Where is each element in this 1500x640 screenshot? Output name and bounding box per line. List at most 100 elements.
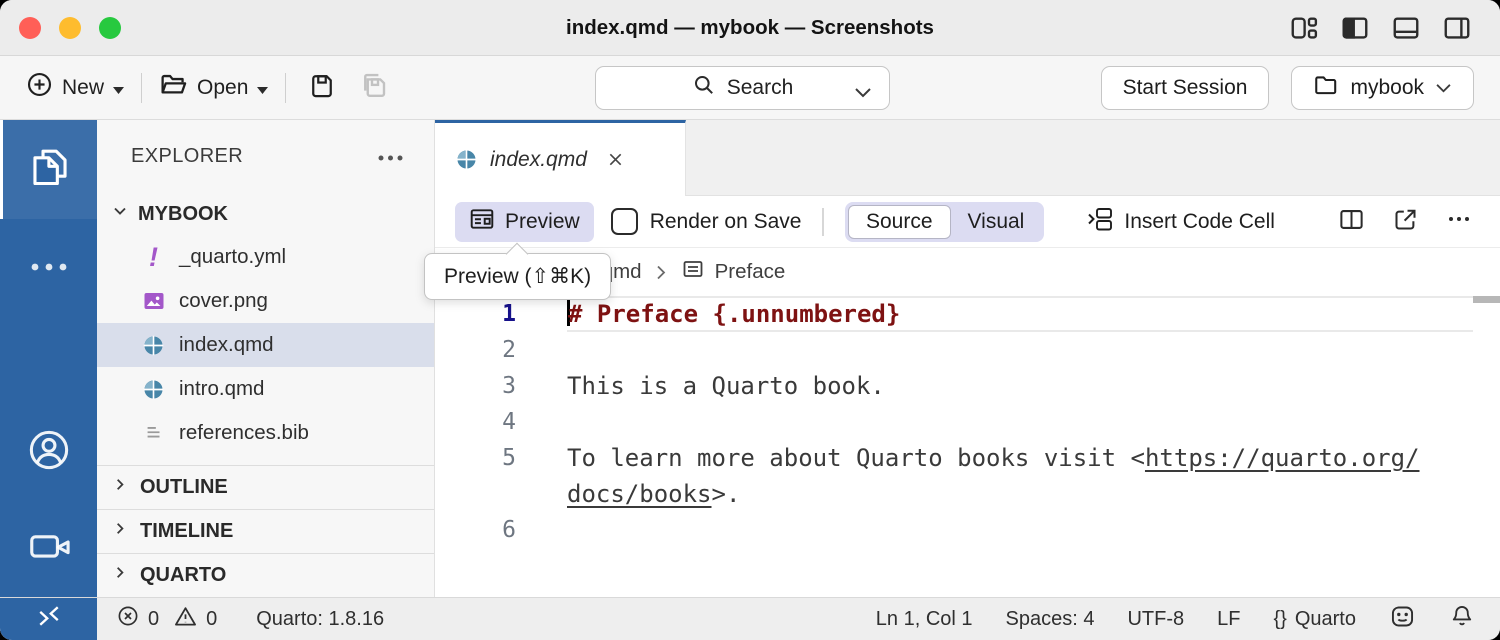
file-item-_quarto.yml[interactable]: !_quarto.yml xyxy=(97,235,434,279)
line-content: This is a Quarto book. xyxy=(567,368,1473,404)
preview-button[interactable]: Preview xyxy=(455,202,594,242)
plus-circle-icon xyxy=(26,71,53,104)
more-actions-icon[interactable] xyxy=(1446,206,1472,237)
open-external-icon[interactable] xyxy=(1392,206,1419,238)
new-button[interactable]: New xyxy=(26,71,124,104)
caret-down-icon xyxy=(257,76,268,100)
code-line[interactable]: 4 xyxy=(435,404,1500,440)
chevron-right-icon xyxy=(112,564,129,587)
zoom-window-button[interactable] xyxy=(99,17,121,39)
chevron-down-icon xyxy=(111,202,129,226)
render-on-save-checkbox[interactable] xyxy=(611,208,638,235)
open-folder-icon xyxy=(159,70,188,105)
video-camera-icon xyxy=(27,524,71,573)
file-item-references.bib[interactable]: references.bib xyxy=(97,411,434,455)
close-tab-icon[interactable] xyxy=(606,150,625,169)
explorer-activity-item[interactable] xyxy=(0,120,97,219)
code-editor[interactable]: 1# Preface {.unnumbered}23This is a Quar… xyxy=(435,296,1500,597)
file-item-cover.png[interactable]: cover.png xyxy=(97,279,434,323)
visual-mode-button[interactable]: Visual xyxy=(951,210,1042,234)
start-session-button[interactable]: Start Session xyxy=(1101,66,1270,110)
search-input[interactable]: Search xyxy=(595,66,890,110)
line-number: 6 xyxy=(435,512,516,548)
remote-indicator[interactable] xyxy=(0,598,97,640)
eol-sequence[interactable]: LF xyxy=(1217,608,1240,631)
problems-indicator[interactable]: 0 0 xyxy=(116,604,217,635)
line-content xyxy=(567,404,1473,440)
account-item[interactable] xyxy=(0,428,97,476)
chevron-right-icon xyxy=(654,263,669,282)
title-bar: index.qmd — mybook — Screenshots xyxy=(0,0,1500,56)
quarto-version[interactable]: Quarto: 1.8.16 xyxy=(256,608,384,631)
save-all-icon[interactable] xyxy=(359,70,389,105)
render-on-save-label: Render on Save xyxy=(650,210,802,234)
file-name: references.bib xyxy=(179,421,309,445)
file-item-intro.qmd[interactable]: intro.qmd xyxy=(97,367,434,411)
line-number: 4 xyxy=(435,404,516,440)
explorer-title: EXPLORER xyxy=(131,145,243,168)
split-editor-icon[interactable] xyxy=(1338,206,1365,238)
notifications-bell-icon[interactable] xyxy=(1449,603,1475,635)
more-views-item[interactable] xyxy=(0,245,97,291)
caret-down-icon xyxy=(113,76,124,100)
language-mode[interactable]: {} Quarto xyxy=(1273,608,1356,631)
remote-icon xyxy=(35,602,63,636)
toggle-secondary-sidebar-icon[interactable] xyxy=(1442,13,1472,43)
code-line[interactable]: 2 xyxy=(435,332,1500,368)
insert-code-cell-button[interactable]: Insert Code Cell xyxy=(1086,205,1275,239)
sidebar-section-timeline[interactable]: TIMELINE xyxy=(97,509,434,553)
account-icon xyxy=(26,427,72,478)
error-icon xyxy=(116,604,140,634)
indentation[interactable]: Spaces: 4 xyxy=(1006,608,1095,631)
code-line[interactable]: docs/books>. xyxy=(435,476,1500,512)
file-name: intro.qmd xyxy=(179,377,264,401)
save-icon[interactable] xyxy=(308,71,336,104)
status-bar: 0 0 Quarto: 1.8.16 Ln 1, Col 1 Spaces: 4… xyxy=(0,597,1500,640)
cursor-position[interactable]: Ln 1, Col 1 xyxy=(876,608,973,631)
image-file-icon xyxy=(141,289,166,314)
sidebar-section-quarto[interactable]: QUARTO xyxy=(97,553,434,597)
scrollbar-thumb[interactable] xyxy=(1473,296,1500,303)
code-line[interactable]: 5To learn more about Quarto books visit … xyxy=(435,440,1500,476)
chevron-right-icon xyxy=(112,520,129,543)
code-line[interactable]: 1# Preface {.unnumbered} xyxy=(435,296,1500,332)
toolbar-divider xyxy=(822,208,824,236)
line-content xyxy=(567,512,1473,548)
explorer-more-icon[interactable] xyxy=(377,145,404,168)
chevron-right-icon xyxy=(112,476,129,499)
file-name: _quarto.yml xyxy=(179,245,286,269)
open-button[interactable]: Open xyxy=(159,70,268,105)
workspace-button[interactable]: mybook xyxy=(1291,66,1474,110)
toggle-panel-icon[interactable] xyxy=(1391,13,1421,43)
braces-icon: {} xyxy=(1273,608,1286,631)
preview-tooltip: Preview (⇧⌘K) xyxy=(424,253,611,300)
screen-recorder-item[interactable] xyxy=(0,524,97,572)
toolbar-divider xyxy=(285,73,286,103)
customize-layout-icon[interactable] xyxy=(1289,13,1319,43)
main-toolbar: New Open Search Start Session mybook xyxy=(0,56,1500,120)
source-mode-button[interactable]: Source xyxy=(848,205,951,239)
code-line[interactable]: 6 xyxy=(435,512,1500,548)
chevron-down-icon xyxy=(1435,76,1452,100)
quarto-file-icon xyxy=(141,333,166,358)
quarto-file-icon xyxy=(141,377,166,402)
encoding[interactable]: UTF-8 xyxy=(1127,608,1184,631)
preview-icon xyxy=(469,206,495,238)
breadcrumb-section[interactable]: Preface xyxy=(715,260,786,284)
code-line[interactable]: 3This is a Quarto book. xyxy=(435,368,1500,404)
workspace-root-item[interactable]: MYBOOK xyxy=(97,193,434,235)
folder-icon xyxy=(1313,72,1339,104)
search-icon xyxy=(692,73,716,103)
line-content: To learn more about Quarto books visit <… xyxy=(567,440,1473,476)
toggle-primary-sidebar-icon[interactable] xyxy=(1340,13,1370,43)
file-item-index.qmd[interactable]: index.qmd xyxy=(97,323,434,367)
file-item-references.qmd[interactable]: references.qmd xyxy=(97,455,434,465)
window-controls xyxy=(19,17,121,39)
ellipsis-icon xyxy=(29,259,69,277)
minimize-window-button[interactable] xyxy=(59,17,81,39)
feedback-smiley-icon[interactable] xyxy=(1389,603,1416,636)
tab-index-qmd[interactable]: index.qmd xyxy=(435,120,686,196)
source-visual-toggle: Source Visual xyxy=(845,202,1044,242)
close-window-button[interactable] xyxy=(19,17,41,39)
sidebar-section-outline[interactable]: OUTLINE xyxy=(97,465,434,509)
